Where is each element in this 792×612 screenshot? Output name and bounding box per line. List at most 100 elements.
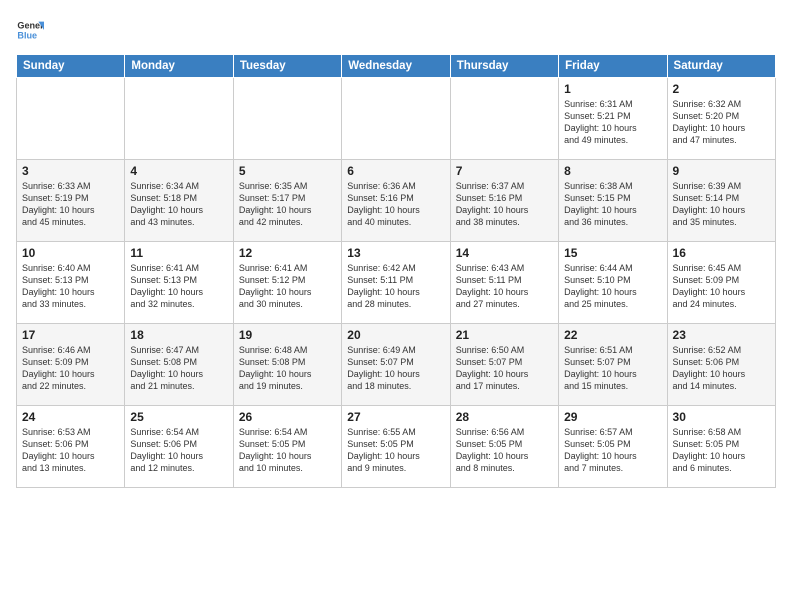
day-number: 9	[673, 164, 770, 178]
day-number: 17	[22, 328, 119, 342]
day-number: 12	[239, 246, 336, 260]
day-info: Sunrise: 6:36 AM Sunset: 5:16 PM Dayligh…	[347, 180, 444, 229]
calendar-day-19: 19Sunrise: 6:48 AM Sunset: 5:08 PM Dayli…	[233, 324, 341, 406]
calendar-header-saturday: Saturday	[667, 55, 775, 78]
calendar-day-8: 8 Sunrise: 6:38 AM Sunset: 5:15 PM Daylig…	[559, 160, 667, 242]
calendar-day-28: 28 Sunrise: 6:56 AM Sunset: 5:05 PM Dayli…	[450, 406, 558, 488]
day-number: 28	[456, 410, 553, 424]
calendar-day-6: 6 Sunrise: 6:36 AM Sunset: 5:16 PM Daylig…	[342, 160, 450, 242]
calendar-day-empty	[17, 78, 125, 160]
day-info: Sunrise: 6:33 AM Sunset: 5:19 PM Dayligh…	[22, 180, 119, 229]
day-number: 14	[456, 246, 553, 260]
day-info: Sunrise: 6:38 AM Sunset: 5:15 PM Dayligh…	[564, 180, 661, 229]
day-number: 21	[456, 328, 553, 342]
day-number: 29	[564, 410, 661, 424]
day-number: 22	[564, 328, 661, 342]
calendar-day-24: 24 Sunrise: 6:53 AM Sunset: 5:06 PM Dayli…	[17, 406, 125, 488]
day-info: Sunrise: 6:35 AM Sunset: 5:17 PM Dayligh…	[239, 180, 336, 229]
calendar-day-11: 11 Sunrise: 6:41 AM Sunset: 5:13 PM Dayli…	[125, 242, 233, 324]
day-info: Sunrise: 6:44 AM Sunset: 5:10 PM Dayligh…	[564, 262, 661, 311]
calendar-week-5: 24 Sunrise: 6:53 AM Sunset: 5:06 PM Dayli…	[17, 406, 776, 488]
day-info: Sunrise: 6:57 AM Sunset: 5:05 PM Dayligh…	[564, 426, 661, 475]
logo-icon: General Blue	[16, 16, 44, 44]
calendar-day-21: 21 Sunrise: 6:50 AM Sunset: 5:07 PM Dayli…	[450, 324, 558, 406]
day-number: 20	[347, 328, 444, 342]
day-number: 24	[22, 410, 119, 424]
calendar-day-22: 22 Sunrise: 6:51 AM Sunset: 5:07 PM Dayli…	[559, 324, 667, 406]
day-number: 11	[130, 246, 227, 260]
day-number: 1	[564, 82, 661, 96]
calendar-header-sunday: Sunday	[17, 55, 125, 78]
header: General Blue	[16, 16, 776, 44]
logo: General Blue	[16, 16, 44, 44]
day-number: 6	[347, 164, 444, 178]
calendar-day-empty	[233, 78, 341, 160]
calendar-day-15: 15 Sunrise: 6:44 AM Sunset: 5:10 PM Dayli…	[559, 242, 667, 324]
day-number: 7	[456, 164, 553, 178]
calendar-table: SundayMondayTuesdayWednesdayThursdayFrid…	[16, 54, 776, 488]
calendar-day-10: 10 Sunrise: 6:40 AM Sunset: 5:13 PM Dayli…	[17, 242, 125, 324]
day-info: Sunrise: 6:49 AM Sunset: 5:07 PM Dayligh…	[347, 344, 444, 393]
calendar-week-1: 1 Sunrise: 6:31 AM Sunset: 5:21 PM Daylig…	[17, 78, 776, 160]
day-info: Sunrise: 6:41 AM Sunset: 5:13 PM Dayligh…	[130, 262, 227, 311]
day-number: 15	[564, 246, 661, 260]
day-info: Sunrise: 6:56 AM Sunset: 5:05 PM Dayligh…	[456, 426, 553, 475]
day-info: Sunrise: 6:37 AM Sunset: 5:16 PM Dayligh…	[456, 180, 553, 229]
calendar-body: 1 Sunrise: 6:31 AM Sunset: 5:21 PM Daylig…	[17, 78, 776, 488]
calendar-day-1: 1 Sunrise: 6:31 AM Sunset: 5:21 PM Daylig…	[559, 78, 667, 160]
day-number: 27	[347, 410, 444, 424]
calendar-day-26: 26 Sunrise: 6:54 AM Sunset: 5:05 PM Dayli…	[233, 406, 341, 488]
day-info: Sunrise: 6:50 AM Sunset: 5:07 PM Dayligh…	[456, 344, 553, 393]
calendar-day-empty	[125, 78, 233, 160]
day-number: 23	[673, 328, 770, 342]
day-info: Sunrise: 6:51 AM Sunset: 5:07 PM Dayligh…	[564, 344, 661, 393]
day-info: Sunrise: 6:45 AM Sunset: 5:09 PM Dayligh…	[673, 262, 770, 311]
calendar-day-23: 23 Sunrise: 6:52 AM Sunset: 5:06 PM Dayli…	[667, 324, 775, 406]
day-number: 25	[130, 410, 227, 424]
day-info: Sunrise: 6:31 AM Sunset: 5:21 PM Dayligh…	[564, 98, 661, 147]
day-number: 13	[347, 246, 444, 260]
day-info: Sunrise: 6:58 AM Sunset: 5:05 PM Dayligh…	[673, 426, 770, 475]
day-info: Sunrise: 6:53 AM Sunset: 5:06 PM Dayligh…	[22, 426, 119, 475]
calendar-day-27: 27Sunrise: 6:55 AM Sunset: 5:05 PM Dayli…	[342, 406, 450, 488]
calendar-day-empty	[342, 78, 450, 160]
day-info: Sunrise: 6:54 AM Sunset: 5:05 PM Dayligh…	[239, 426, 336, 475]
calendar-day-4: 4 Sunrise: 6:34 AM Sunset: 5:18 PM Daylig…	[125, 160, 233, 242]
day-info: Sunrise: 6:54 AM Sunset: 5:06 PM Dayligh…	[130, 426, 227, 475]
calendar-day-13: 13Sunrise: 6:42 AM Sunset: 5:11 PM Dayli…	[342, 242, 450, 324]
calendar-week-2: 3 Sunrise: 6:33 AM Sunset: 5:19 PM Daylig…	[17, 160, 776, 242]
day-info: Sunrise: 6:39 AM Sunset: 5:14 PM Dayligh…	[673, 180, 770, 229]
day-info: Sunrise: 6:32 AM Sunset: 5:20 PM Dayligh…	[673, 98, 770, 147]
calendar-day-3: 3 Sunrise: 6:33 AM Sunset: 5:19 PM Daylig…	[17, 160, 125, 242]
calendar-day-9: 9 Sunrise: 6:39 AM Sunset: 5:14 PM Daylig…	[667, 160, 775, 242]
day-number: 10	[22, 246, 119, 260]
calendar-day-14: 14 Sunrise: 6:43 AM Sunset: 5:11 PM Dayli…	[450, 242, 558, 324]
calendar-week-4: 17 Sunrise: 6:46 AM Sunset: 5:09 PM Dayli…	[17, 324, 776, 406]
calendar-day-29: 29 Sunrise: 6:57 AM Sunset: 5:05 PM Dayli…	[559, 406, 667, 488]
day-number: 30	[673, 410, 770, 424]
day-number: 4	[130, 164, 227, 178]
calendar-header-tuesday: Tuesday	[233, 55, 341, 78]
day-info: Sunrise: 6:34 AM Sunset: 5:18 PM Dayligh…	[130, 180, 227, 229]
day-number: 18	[130, 328, 227, 342]
calendar-day-5: 5 Sunrise: 6:35 AM Sunset: 5:17 PM Daylig…	[233, 160, 341, 242]
day-info: Sunrise: 6:43 AM Sunset: 5:11 PM Dayligh…	[456, 262, 553, 311]
day-info: Sunrise: 6:47 AM Sunset: 5:08 PM Dayligh…	[130, 344, 227, 393]
day-info: Sunrise: 6:46 AM Sunset: 5:09 PM Dayligh…	[22, 344, 119, 393]
day-info: Sunrise: 6:48 AM Sunset: 5:08 PM Dayligh…	[239, 344, 336, 393]
calendar-day-25: 25 Sunrise: 6:54 AM Sunset: 5:06 PM Dayli…	[125, 406, 233, 488]
calendar-day-16: 16 Sunrise: 6:45 AM Sunset: 5:09 PM Dayli…	[667, 242, 775, 324]
day-number: 26	[239, 410, 336, 424]
calendar-header-wednesday: Wednesday	[342, 55, 450, 78]
day-number: 8	[564, 164, 661, 178]
day-number: 3	[22, 164, 119, 178]
day-number: 2	[673, 82, 770, 96]
page: General Blue SundayMondayTuesdayWednesda…	[0, 0, 792, 612]
calendar-day-18: 18 Sunrise: 6:47 AM Sunset: 5:08 PM Dayli…	[125, 324, 233, 406]
calendar-day-empty	[450, 78, 558, 160]
day-number: 5	[239, 164, 336, 178]
day-info: Sunrise: 6:52 AM Sunset: 5:06 PM Dayligh…	[673, 344, 770, 393]
calendar-day-30: 30 Sunrise: 6:58 AM Sunset: 5:05 PM Dayli…	[667, 406, 775, 488]
day-number: 16	[673, 246, 770, 260]
day-info: Sunrise: 6:40 AM Sunset: 5:13 PM Dayligh…	[22, 262, 119, 311]
